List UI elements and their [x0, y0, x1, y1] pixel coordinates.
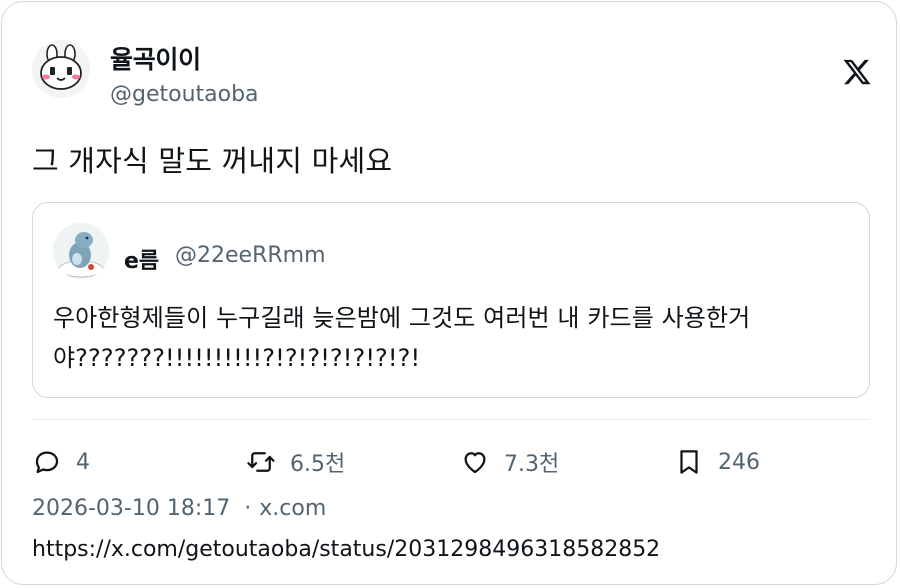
author-handle[interactable]: @getoutaoba — [110, 82, 259, 107]
meta-separator: · — [244, 496, 252, 521]
tweet-meta: 2026-03-10 18:17 · x.com — [32, 496, 326, 521]
reply-icon — [35, 451, 59, 474]
source-link[interactable]: x.com — [259, 496, 326, 521]
quoted-author-handle[interactable]: @22eeRRmm — [175, 243, 326, 268]
author-avatar[interactable] — [32, 40, 90, 98]
tweet-text: 그 개자식 말도 꺼내지 마세요 — [32, 144, 393, 178]
actions-divider — [32, 419, 870, 420]
bookmark-button[interactable]: 246 — [674, 444, 760, 480]
tweet-card: 율곡이이 @getoutaoba 그 개자식 말도 꺼내지 마세요 e름 @22… — [1, 1, 897, 585]
tweet-url[interactable]: https://x.com/getoutaoba/status/20312984… — [32, 537, 660, 562]
x-logo-icon[interactable] — [842, 57, 872, 87]
quoted-tweet[interactable]: e름 @22eeRRmm 우아한형제들이 누구길래 늦은밤에 그것도 여러번 내… — [32, 202, 870, 398]
bookmark-count: 246 — [718, 449, 760, 475]
quoted-tweet-text: 우아한형제들이 누구길래 늦은밤에 그것도 여러번 내 카드를 사용한거야???… — [53, 304, 751, 372]
reply-button[interactable]: 4 — [32, 444, 90, 480]
like-button[interactable]: 7.3천 — [460, 444, 559, 480]
quoted-author-avatar[interactable] — [53, 223, 109, 279]
repost-button[interactable]: 6.5천 — [246, 444, 345, 480]
repost-count: 6.5천 — [290, 452, 346, 477]
repost-icon — [247, 452, 275, 472]
reply-count: 4 — [76, 449, 90, 475]
heart-icon — [464, 452, 486, 474]
author-name[interactable]: 율곡이이 — [110, 40, 201, 76]
quoted-author-name[interactable]: e름 — [124, 243, 159, 275]
like-count: 7.3천 — [504, 452, 560, 477]
bookmark-icon — [680, 450, 698, 474]
timestamp[interactable]: 2026-03-10 18:17 — [32, 496, 230, 521]
